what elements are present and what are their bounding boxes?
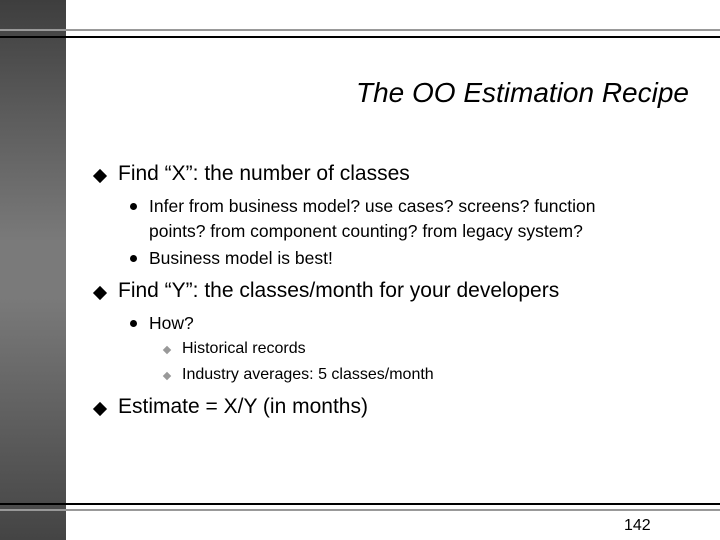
page-number: 142	[624, 517, 651, 534]
sub-sub-bullet-industry: Industry averages: 5 classes/month	[182, 366, 434, 383]
sub-bullet-infer-line1: Infer from business model? use cases? sc…	[149, 196, 596, 216]
diamond-bullet-icon	[92, 401, 108, 417]
bullet-find-y: Find “Y”: the classes/month for your dev…	[118, 279, 560, 302]
small-diamond-bullet-icon	[162, 371, 172, 381]
small-diamond-bullet-icon	[162, 345, 172, 355]
bottom-gray-rule	[0, 509, 720, 511]
top-black-rule	[0, 36, 720, 38]
diamond-bullet-icon	[92, 168, 108, 184]
slide-title: The OO Estimation Recipe	[355, 77, 689, 108]
sub-bullet-infer-line2: points? from component counting? from le…	[149, 221, 583, 241]
bullet-estimate: Estimate = X/Y (in months)	[118, 395, 368, 418]
sub-bullet-business-model: Business model is best!	[149, 248, 333, 268]
diamond-bullet-icon	[92, 285, 108, 301]
sub-bullet-how: How?	[149, 313, 194, 333]
bottom-black-rule	[0, 503, 720, 505]
left-side-panel	[0, 0, 66, 540]
top-gray-rule	[0, 29, 720, 31]
dot-bullet-icon	[130, 320, 137, 327]
dot-bullet-icon	[130, 255, 137, 262]
dot-bullet-icon	[130, 203, 137, 210]
sub-sub-bullet-historical: Historical records	[182, 340, 306, 357]
bullet-find-x: Find “X”: the number of classes	[118, 162, 410, 185]
